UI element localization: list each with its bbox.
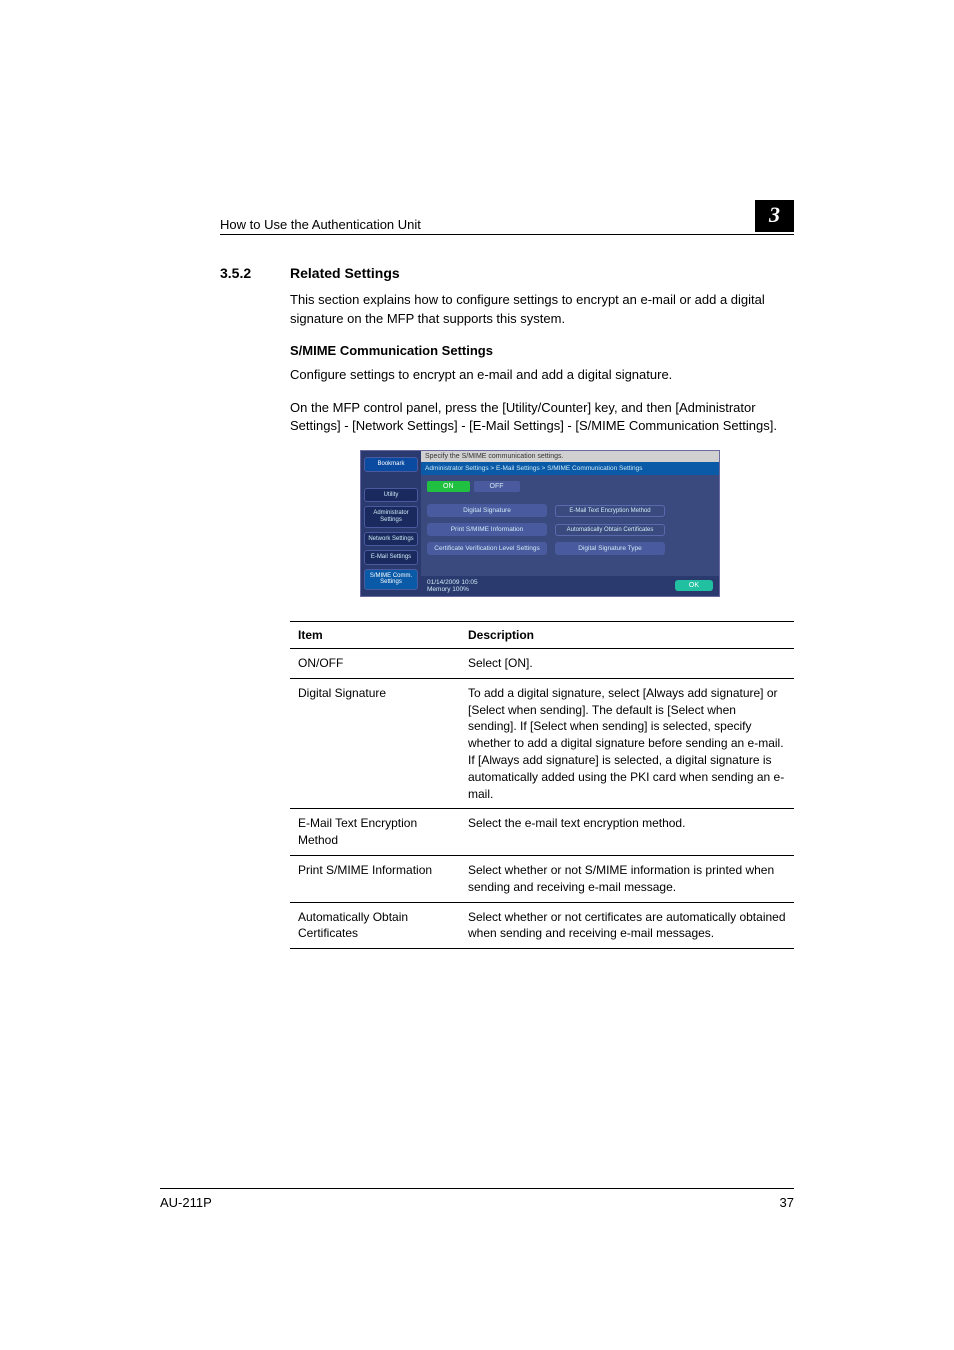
mfp-off-button: OFF: [474, 481, 520, 492]
settings-table: Item Description ON/OFFSelect [ON].Digit…: [290, 621, 794, 949]
mfp-auto-obtain-button: Automatically Obtain Certificates: [555, 524, 665, 536]
header-title: How to Use the Authentication Unit: [220, 217, 421, 232]
mfp-on-button: ON: [427, 481, 470, 492]
mfp-sig-type-button: Digital Signature Type: [555, 542, 665, 555]
mfp-tab-smime: S/MIME Comm. Settings: [364, 569, 418, 590]
mfp-panel-screenshot: Bookmark Utility Administrator Settings …: [360, 450, 720, 597]
mfp-breadcrumb: Administrator Settings > E-Mail Settings…: [421, 462, 719, 475]
table-row: ON/OFFSelect [ON].: [290, 648, 794, 678]
smime-p1: Configure settings to encrypt an e-mail …: [290, 366, 794, 385]
table-row: E-Mail Text Encryption MethodSelect the …: [290, 809, 794, 856]
table-cell-description: Select whether or not S/MIME information…: [460, 855, 794, 902]
table-cell-description: Select the e-mail text encryption method…: [460, 809, 794, 856]
section-heading: 3.5.2Related Settings: [220, 265, 794, 281]
table-row: Print S/MIME InformationSelect whether o…: [290, 855, 794, 902]
mfp-tab-admin: Administrator Settings: [364, 506, 418, 527]
section-title: Related Settings: [290, 265, 400, 281]
footer-page-number: 37: [780, 1195, 794, 1210]
mfp-tab-network: Network Settings: [364, 532, 418, 547]
table-row: Digital SignatureTo add a digital signat…: [290, 678, 794, 809]
mfp-tab-email: E-Mail Settings: [364, 550, 418, 565]
page-header: How to Use the Authentication Unit 3: [220, 200, 794, 235]
table-cell-item: E-Mail Text Encryption Method: [290, 809, 460, 856]
table-cell-description: Select whether or not certificates are a…: [460, 902, 794, 949]
mfp-cert-verify-button: Certificate Verification Level Settings: [427, 542, 547, 555]
footer-model: AU-211P: [160, 1195, 212, 1210]
table-cell-item: ON/OFF: [290, 648, 460, 678]
chapter-number: 3: [755, 200, 794, 232]
mfp-memory: Memory 100%: [427, 586, 478, 593]
table-cell-item: Print S/MIME Information: [290, 855, 460, 902]
mfp-ok-button: OK: [675, 580, 713, 591]
smime-p2: On the MFP control panel, press the [Uti…: [290, 399, 794, 437]
smime-heading: S/MIME Communication Settings: [290, 343, 794, 358]
table-header-item: Item: [290, 621, 460, 648]
mfp-date: 01/14/2009 10:05: [427, 579, 478, 586]
table-cell-item: Automatically Obtain Certificates: [290, 902, 460, 949]
table-cell-description: To add a digital signature, select [Alwa…: [460, 678, 794, 809]
mfp-instruction: Specify the S/MIME communication setting…: [421, 451, 719, 462]
table-cell-item: Digital Signature: [290, 678, 460, 809]
table-row: Automatically Obtain CertificatesSelect …: [290, 902, 794, 949]
mfp-tab-bookmark: Bookmark: [364, 457, 418, 472]
mfp-email-encryption-button: E-Mail Text Encryption Method: [555, 505, 665, 517]
page-footer: AU-211P 37: [160, 1188, 794, 1210]
table-cell-description: Select [ON].: [460, 648, 794, 678]
mfp-tab-utility: Utility: [364, 488, 418, 503]
section-intro: This section explains how to configure s…: [290, 291, 794, 329]
section-number: 3.5.2: [220, 265, 290, 281]
mfp-print-smime-button: Print S/MIME Information: [427, 523, 547, 536]
table-header-description: Description: [460, 621, 794, 648]
mfp-left-nav: Bookmark Utility Administrator Settings …: [361, 451, 421, 596]
mfp-right-panel: Specify the S/MIME communication setting…: [421, 451, 719, 596]
mfp-digital-signature-button: Digital Signature: [427, 504, 547, 517]
